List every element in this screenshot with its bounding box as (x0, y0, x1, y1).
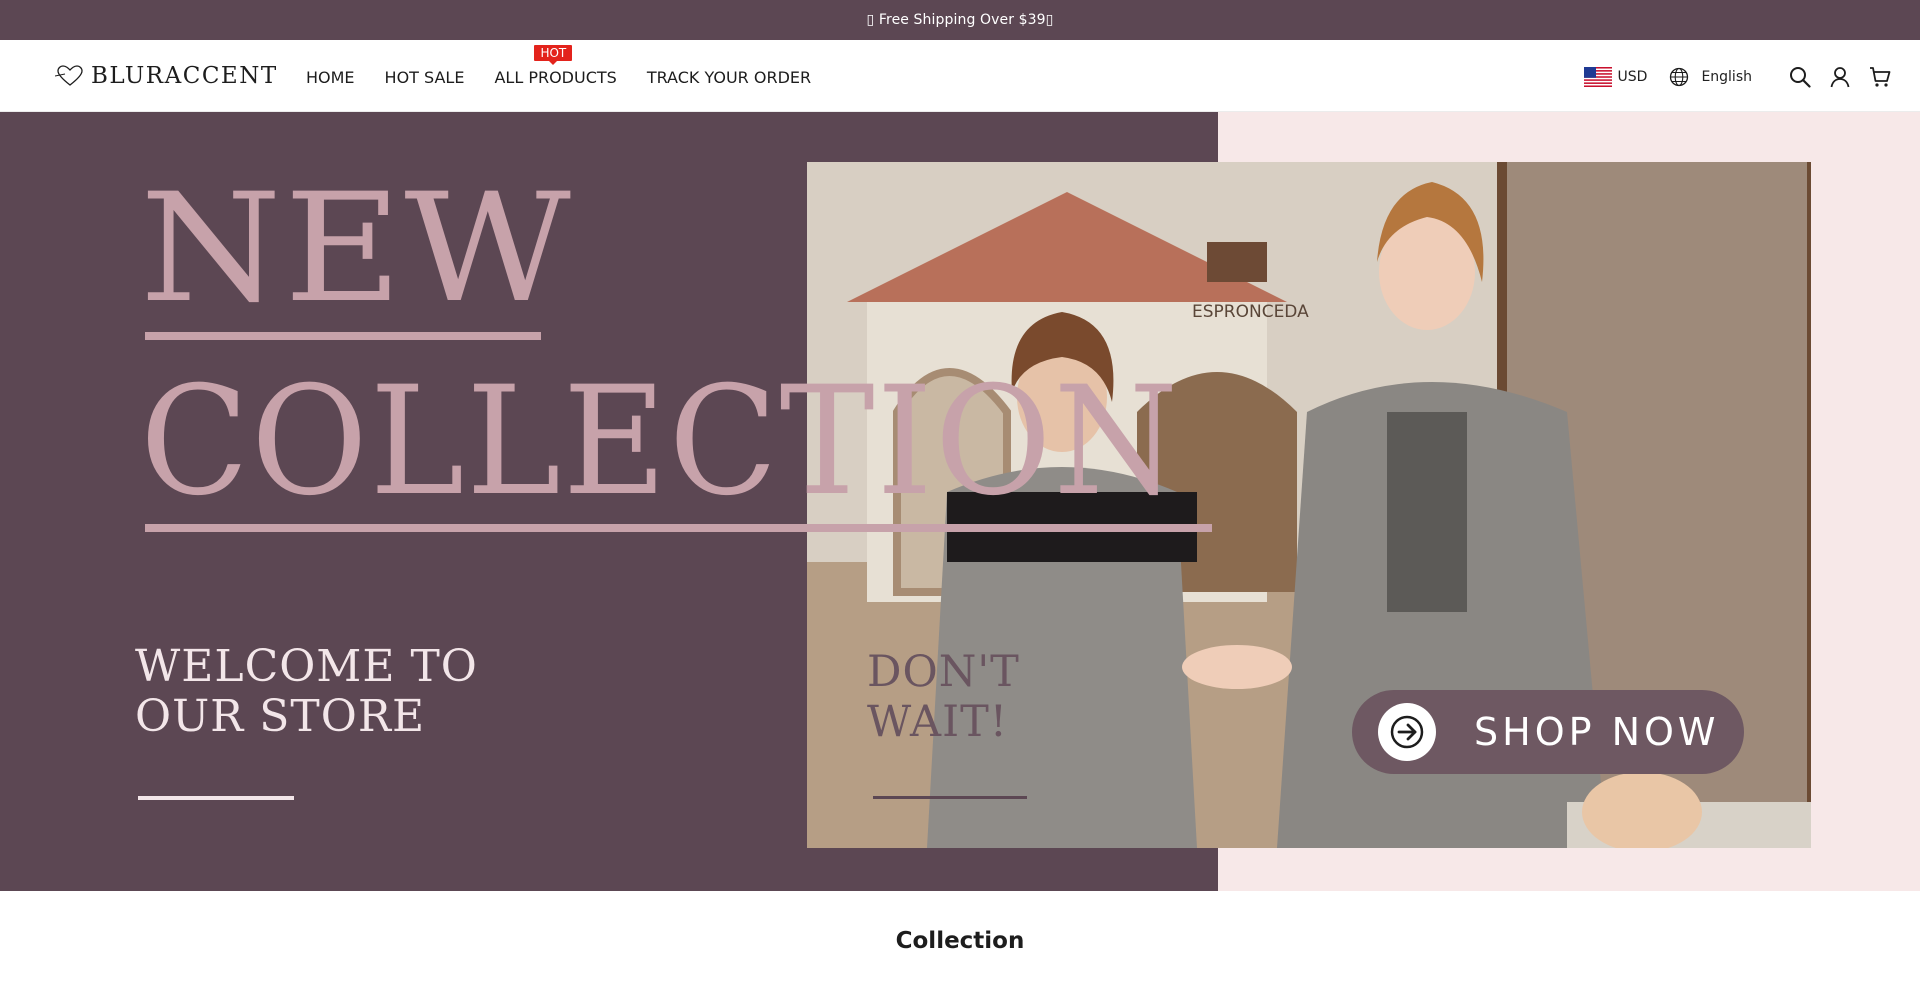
hero-banner[interactable]: ESPRONCEDA NEW COLLECTION WELCOME TO OUR… (0, 112, 1920, 891)
account-icon (1830, 67, 1850, 88)
headline-new-underline (145, 332, 541, 340)
welcome-divider (138, 796, 294, 800)
nav-home[interactable]: HOME (306, 65, 355, 91)
nav-track-order-label: TRACK YOUR ORDER (646, 68, 812, 87)
us-flag-icon (1583, 67, 1612, 87)
globe-icon (1670, 67, 1689, 87)
logo[interactable]: BLURACCENT (55, 60, 278, 92)
logo-text: BLURACCENT (91, 63, 278, 89)
shop-now-circle (1378, 703, 1436, 761)
currency-selector[interactable]: USD (1583, 67, 1648, 87)
nav-hot-sale[interactable]: HOT SALE (385, 65, 465, 91)
search-button[interactable] (1788, 65, 1812, 89)
logo-heart-icon (55, 65, 83, 86)
nav-all-products[interactable]: HOT ALL PRODUCTS (494, 45, 617, 91)
site-header: BLURACCENT HOME HOT SALE HOT ALL PRODUCT… (0, 40, 1920, 112)
shop-now-label: SHOP NOW (1474, 710, 1720, 754)
headline-collection: COLLECTION (140, 355, 1181, 529)
nav-home-label: HOME (306, 68, 355, 87)
dont-wait-line-2: WAIT! (867, 697, 1009, 747)
language-label: English (1701, 69, 1752, 85)
announcement-bar: ▯ Free Shipping Over $39▯ (0, 0, 1920, 40)
dont-wait-divider (873, 796, 1027, 799)
cart-icon (1870, 67, 1891, 87)
currency-label: USD (1617, 69, 1648, 85)
dont-wait-line-1: DON'T (867, 647, 1020, 697)
dont-wait-text: DON'T WAIT! (867, 647, 1020, 747)
photo-sign-text: ESPRONCEDA (1192, 302, 1309, 322)
main-nav: HOME HOT SALE HOT ALL PRODUCTS TRACK YOU… (306, 45, 841, 91)
header-actions: USD English (1583, 62, 1892, 92)
headline-new: NEW (140, 162, 573, 336)
welcome-text: WELCOME TO OUR STORE (135, 642, 478, 742)
nav-track-order[interactable]: TRACK YOUR ORDER (647, 65, 811, 91)
search-icon (1790, 67, 1811, 88)
language-selector[interactable]: English (1669, 67, 1752, 87)
nav-hot-sale-label: HOT SALE (384, 68, 465, 87)
welcome-line-1: WELCOME TO (135, 641, 478, 692)
welcome-line-2: OUR STORE (135, 691, 426, 742)
collection-heading: Collection (895, 928, 1025, 954)
hot-badge: HOT (534, 45, 573, 65)
cart-button[interactable] (1868, 65, 1892, 89)
account-button[interactable] (1828, 65, 1852, 89)
arrow-right-icon (1390, 715, 1424, 749)
nav-all-products-label: ALL PRODUCTS (494, 68, 617, 87)
announcement-text: ▯ Free Shipping Over $39▯ (866, 12, 1054, 28)
shop-now-button[interactable]: SHOP NOW (1352, 690, 1744, 774)
headline-collection-underline (145, 524, 1212, 532)
